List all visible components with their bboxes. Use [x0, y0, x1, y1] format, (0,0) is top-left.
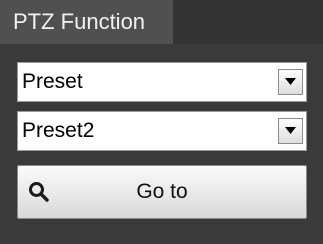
function-select[interactable]: Preset: [17, 62, 307, 102]
chevron-down-icon: [285, 127, 296, 134]
goto-button[interactable]: Go to: [17, 165, 307, 219]
function-select-dropdown-button[interactable]: [278, 69, 303, 95]
panel-title: PTZ Function: [0, 0, 173, 44]
goto-button-label: Go to: [136, 180, 188, 203]
function-select-value: Preset: [22, 70, 83, 93]
ptz-function-panel: PTZ Function Preset Preset2 Go to: [0, 0, 323, 244]
preset-select-value: Preset2: [22, 119, 95, 142]
chevron-down-icon: [285, 78, 296, 85]
preset-select[interactable]: Preset2: [17, 111, 307, 151]
header-strip: [173, 0, 323, 44]
preset-select-dropdown-button[interactable]: [278, 118, 303, 144]
